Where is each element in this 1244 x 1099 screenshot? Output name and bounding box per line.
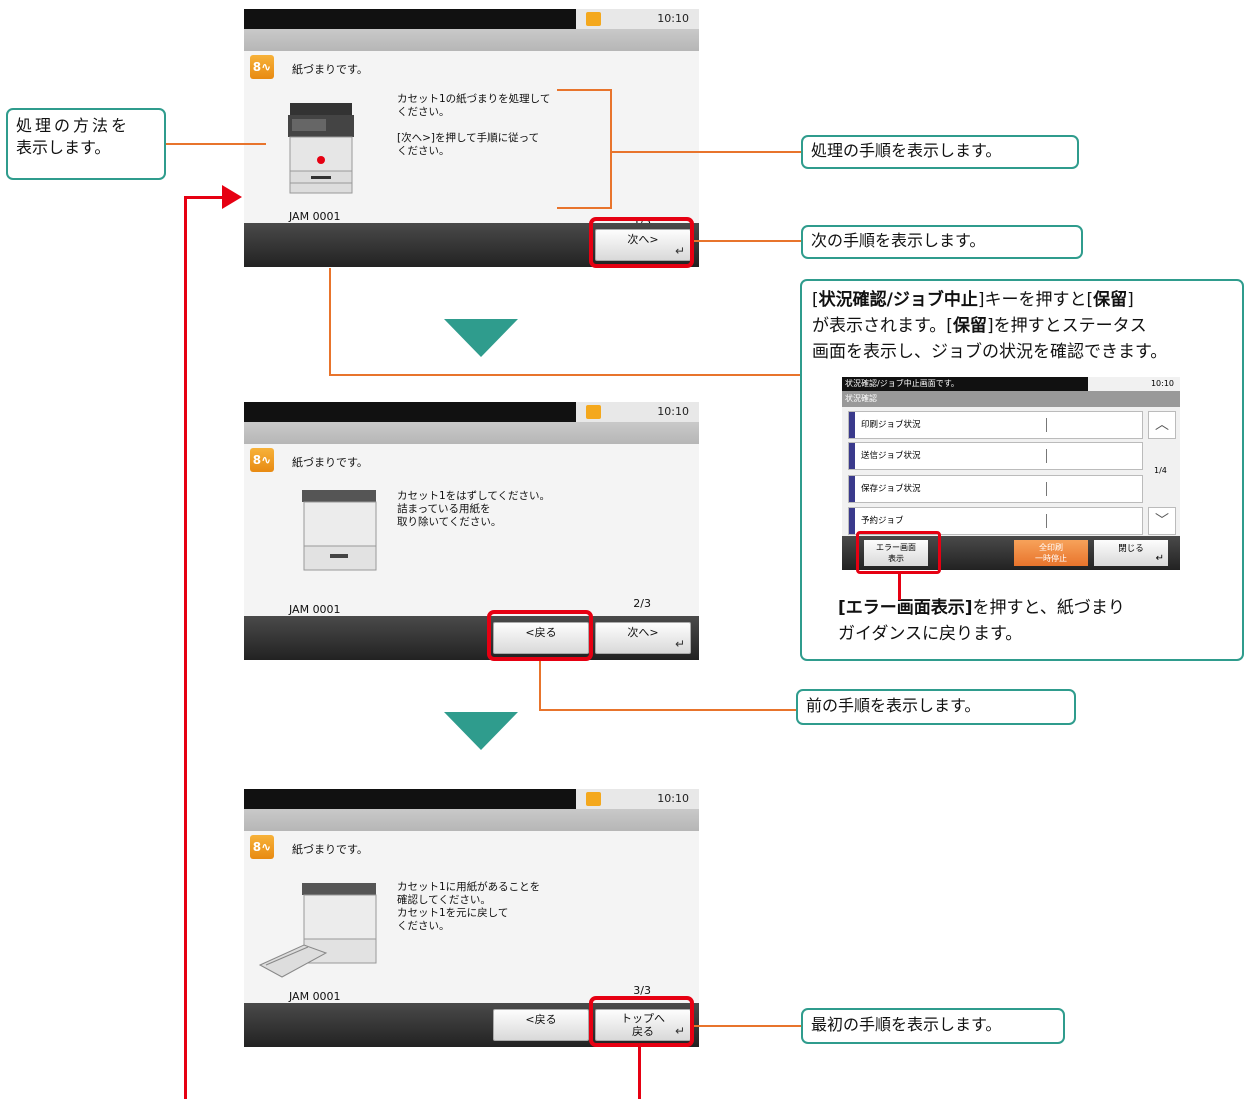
title-bar — [244, 29, 699, 51]
pause-all-button[interactable]: 全印刷 一時停止 — [1014, 540, 1088, 566]
jam-code: JAM 0001 — [289, 603, 341, 616]
callout-prev-step-text: 前の手順を表示します。 — [806, 696, 981, 715]
mini-header: 状況確認/ジョブ中止画面です。 — [842, 377, 1088, 391]
back-button-label: <戻る — [525, 1013, 557, 1026]
footer-bar: <戻る 次へ> ↵ — [244, 616, 699, 660]
page-indicator: 2/3 — [633, 597, 651, 610]
status-bar: 10:10 — [244, 9, 699, 29]
status-bar: 10:10 — [244, 402, 699, 422]
status-row-send[interactable]: 送信ジョブ状況 — [848, 442, 1143, 470]
instruction-message: カセット1に用紙があることを 確認してください。 カセット1を元に戻して くださ… — [397, 881, 541, 932]
clock: 10:10 — [657, 12, 689, 25]
status-row-print[interactable]: 印刷ジョブ状況 — [848, 411, 1143, 439]
status-bar: 10:10 — [244, 789, 699, 809]
down-arrow-1 — [444, 319, 518, 357]
callout-error-text: [エラー画面表示]を押すと、紙づまり ガイダンスに戻ります。 — [838, 598, 1125, 644]
close-button[interactable]: 閉じる ↵ — [1094, 540, 1168, 566]
printer-illustration — [288, 103, 354, 194]
jam-screen-step-2: 10:10 8∿ 紙づまりです。 カセット1をはずしてください。 詰まっている用… — [244, 402, 699, 660]
connector-steps — [610, 151, 801, 153]
title-bar — [244, 422, 699, 444]
callout-method-line-2: 表示します。 — [16, 138, 111, 157]
callout-status-line-3: 画面を表示し、ジョブの状況を確認できます。 — [812, 342, 1168, 362]
printer-cassette-insert-illustration — [258, 883, 377, 978]
connector-prev-v — [539, 661, 541, 711]
scroll-down-button[interactable]: ﹀ — [1148, 507, 1176, 535]
screen-title: 紙づまりです。 — [292, 456, 368, 469]
mini-page: 1/4 — [1154, 466, 1167, 475]
scroll-up-button[interactable]: ︿ — [1148, 411, 1176, 439]
jam-status-icon — [586, 405, 601, 419]
screen-title: 紙づまりです。 — [292, 63, 368, 76]
jam-status-icon — [586, 792, 601, 806]
highlight-error-screen-button — [856, 531, 941, 574]
status-row-store[interactable]: 保存ジョブ状況 — [848, 475, 1143, 503]
instruction-message: カセット1をはずしてください。 詰まっている用紙を 取り除いてください。 — [397, 490, 551, 528]
connector-prev-h — [539, 709, 796, 711]
paper-jam-icon: 8∿ — [250, 55, 274, 79]
return-arrow-head — [222, 185, 242, 209]
callout-first-step-text: 最初の手順を表示します。 — [811, 1015, 1002, 1034]
printer-cassette-removed-illustration — [302, 490, 377, 571]
return-path-top — [184, 196, 224, 199]
enter-icon: ↵ — [674, 637, 685, 651]
return-path-right — [638, 1047, 641, 1099]
screen-body: 8∿ 紙づまりです。 カセット1に用紙があることを 確認してください。 カセット… — [244, 831, 699, 1003]
title-bar — [244, 809, 699, 831]
highlight-top-button — [589, 996, 694, 1047]
status-message-area — [244, 9, 576, 29]
highlight-next-button-1 — [589, 217, 694, 268]
jam-status-icon — [586, 12, 601, 26]
highlight-back-button — [487, 610, 593, 661]
down-arrow-2 — [444, 712, 518, 750]
bracket-side — [610, 89, 612, 209]
callout-status-line-1: [状況確認/ジョブ中止]キーを押すと[保留] — [812, 290, 1134, 310]
clock: 10:10 — [657, 792, 689, 805]
callout-steps-text: 処理の手順を表示します。 — [811, 141, 1002, 160]
next-button[interactable]: 次へ> ↵ — [595, 622, 691, 654]
callout-method: 処理の方法を 表示します。 — [6, 108, 166, 180]
paper-jam-icon: 8∿ — [250, 835, 274, 859]
next-button-label: 次へ> — [627, 626, 659, 639]
return-path-left — [184, 196, 187, 1099]
callout-next-step: 次の手順を表示します。 — [801, 225, 1083, 259]
callout-status-line-2: が表示されます。[保留]を押すとステータス — [812, 316, 1147, 336]
callout-method-line-1: 処理の方法を — [16, 116, 131, 135]
status-message-area — [244, 402, 576, 422]
jam-code: JAM 0001 — [289, 210, 341, 223]
connector-status-v — [329, 268, 331, 376]
clock: 10:10 — [657, 405, 689, 418]
mini-subheader: 状況確認 — [842, 391, 1180, 407]
back-button[interactable]: <戻る — [493, 1009, 589, 1041]
connector-first-step — [694, 1025, 801, 1027]
paper-jam-icon: 8∿ — [250, 448, 274, 472]
connector-error — [898, 574, 901, 600]
callout-next-step-text: 次の手順を表示します。 — [811, 231, 986, 250]
connector-method — [166, 143, 266, 145]
connector-next-step — [694, 240, 801, 242]
callout-prev-step: 前の手順を表示します。 — [796, 689, 1076, 725]
screen-body: 8∿ 紙づまりです。 カセット1の紙づまりを処理して ください。 [次へ>]を押… — [244, 51, 699, 228]
callout-steps: 処理の手順を表示します。 — [801, 135, 1079, 169]
status-message-area — [244, 789, 576, 809]
callout-first-step: 最初の手順を表示します。 — [801, 1008, 1065, 1044]
instruction-message: カセット1の紙づまりを処理して ください。 [次へ>]を押して手順に従って くだ… — [397, 93, 551, 157]
bracket-bottom — [557, 207, 611, 209]
screen-title: 紙づまりです。 — [292, 843, 368, 856]
screen-body: 8∿ 紙づまりです。 カセット1をはずしてください。 詰まっている用紙を 取り除… — [244, 444, 699, 616]
jam-code: JAM 0001 — [289, 990, 341, 1003]
bracket-top — [557, 89, 611, 91]
mini-time: 10:10 — [1150, 379, 1174, 388]
connector-status-h — [329, 374, 800, 376]
